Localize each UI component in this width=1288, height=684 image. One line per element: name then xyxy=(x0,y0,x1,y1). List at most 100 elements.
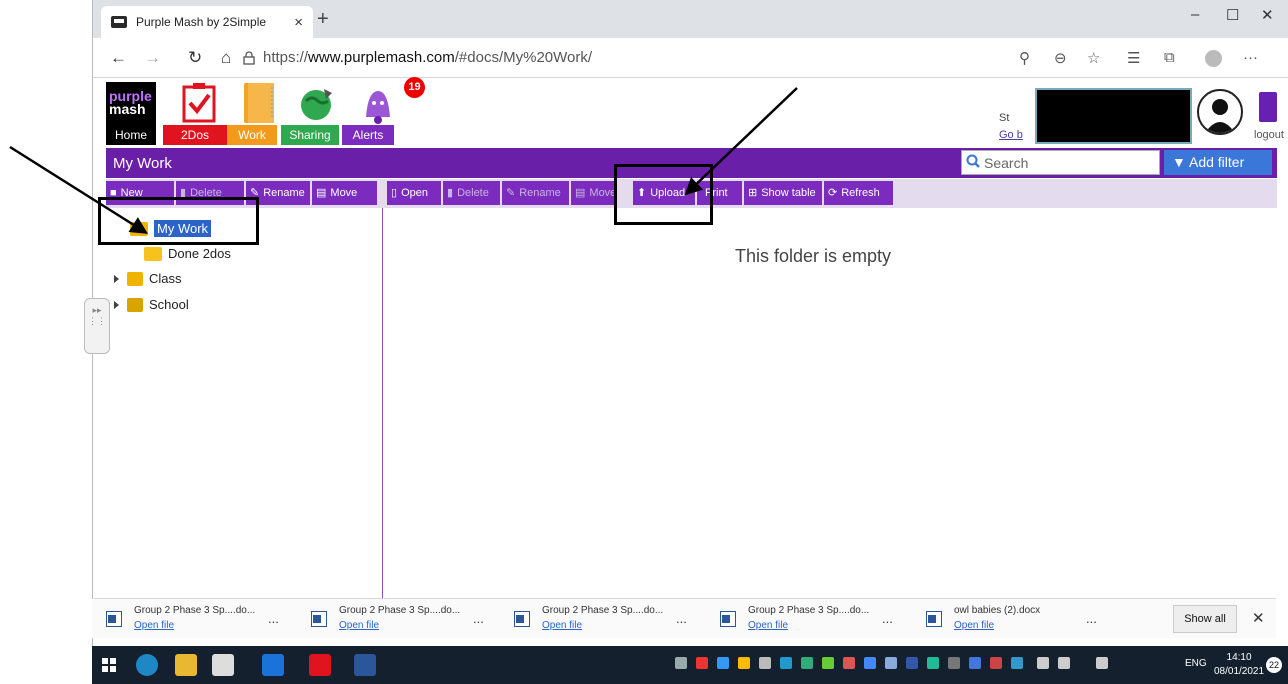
word-doc-icon xyxy=(926,611,942,627)
open-button[interactable]: ▯ Open xyxy=(387,181,441,205)
tray-icon[interactable] xyxy=(927,657,939,669)
forward-button[interactable]: → xyxy=(144,48,161,68)
new-tab-button[interactable]: + xyxy=(317,8,329,31)
tray-icon[interactable] xyxy=(990,657,1002,669)
favorite-star-icon[interactable]: ☆ xyxy=(1087,49,1100,67)
tray-icon[interactable] xyxy=(780,657,792,669)
user-name-text: St xyxy=(999,112,1010,124)
outlook-icon[interactable] xyxy=(262,654,284,676)
sidebar-toggle-handle[interactable]: ▸▸ ⋮⋮ xyxy=(84,298,110,354)
show-all-downloads-button[interactable]: Show all xyxy=(1173,605,1237,633)
volume-icon[interactable] xyxy=(1058,657,1070,669)
nav-work[interactable]: Work xyxy=(227,125,277,145)
tab-title: Purple Mash by 2Simple xyxy=(136,15,267,29)
close-downloads-icon[interactable]: ✕ xyxy=(1252,609,1265,627)
key-icon[interactable]: ⚲ xyxy=(1019,49,1030,67)
word-doc-icon xyxy=(106,611,122,627)
tray-icon[interactable] xyxy=(906,657,918,669)
more-button[interactable]: ··· xyxy=(1243,49,1258,66)
search-input[interactable]: Search xyxy=(961,150,1160,175)
tray-icon[interactable] xyxy=(885,657,897,669)
url-field[interactable]: https://www.purplemash.com/#docs/My%20Wo… xyxy=(263,49,592,66)
edge-browser-icon[interactable] xyxy=(136,654,158,676)
store-icon[interactable] xyxy=(212,654,234,676)
download-item[interactable]: owl babies (2).docx Open file ... xyxy=(926,605,1126,635)
lock-icon xyxy=(243,51,255,65)
purple-mash-header: purple mash Home 2Dos Work Sharing 19 Al… xyxy=(106,77,1288,147)
download-item[interactable]: Group 2 Phase 3 Sp....do... Open file ..… xyxy=(720,605,920,635)
todo-clipboard-icon[interactable] xyxy=(174,81,226,125)
tray-icon[interactable] xyxy=(675,657,687,669)
user-avatar-icon[interactable] xyxy=(1197,89,1243,135)
nav-home[interactable]: Home xyxy=(106,125,156,145)
work-folder-icon[interactable] xyxy=(232,81,284,125)
browser-tab[interactable]: Purple Mash by 2Simple × xyxy=(101,6,313,38)
tray-icon[interactable] xyxy=(969,657,981,669)
move-folder-button[interactable]: ▤ Move xyxy=(312,181,377,205)
nav-alerts[interactable]: Alerts xyxy=(342,125,394,145)
annotation-box-my-work xyxy=(98,197,259,245)
download-item[interactable]: Group 2 Phase 3 Sp....do... Open file ..… xyxy=(311,605,511,635)
move-file-button[interactable]: ▤ Move xyxy=(571,181,617,205)
school-building-icon xyxy=(127,297,143,312)
pen-icon[interactable] xyxy=(1096,657,1108,669)
tree-item-school[interactable]: School xyxy=(114,297,189,312)
file-explorer-icon[interactable] xyxy=(175,654,197,676)
language-indicator[interactable]: ENG xyxy=(1185,658,1207,669)
windows-start-icon[interactable] xyxy=(102,658,116,672)
profile-avatar-icon[interactable] xyxy=(1205,50,1222,67)
home-button[interactable]: ⌂ xyxy=(221,48,231,68)
file-area: This folder is empty xyxy=(384,208,1277,598)
refresh-icon: ⟳ xyxy=(828,187,838,199)
tray-icon[interactable] xyxy=(843,657,855,669)
sharing-globe-icon[interactable] xyxy=(290,81,342,125)
tray-icon[interactable] xyxy=(801,657,813,669)
wifi-icon[interactable] xyxy=(1037,657,1049,669)
nav-sharing[interactable]: Sharing xyxy=(281,125,339,145)
nav-2dos[interactable]: 2Dos xyxy=(163,125,227,145)
tray-icon[interactable] xyxy=(696,657,708,669)
tray-icon[interactable] xyxy=(759,657,771,669)
zoom-icon[interactable]: ⊖ xyxy=(1054,49,1067,67)
refresh-button[interactable]: ⟳ Refresh xyxy=(824,181,893,205)
user-link[interactable]: Go b xyxy=(999,129,1023,141)
expand-arrow-icon[interactable] xyxy=(114,300,119,309)
page-title: My Work xyxy=(113,155,172,172)
window-close-button[interactable]: ✕ xyxy=(1261,6,1274,24)
maximize-button[interactable]: ☐ xyxy=(1226,6,1239,24)
purple-mash-logo[interactable]: purple mash xyxy=(106,82,156,126)
show-table-button[interactable]: ⊞ Show table xyxy=(744,181,822,205)
move-icon: ▤ xyxy=(575,187,586,199)
word-icon[interactable] xyxy=(354,654,376,676)
tray-icon[interactable] xyxy=(822,657,834,669)
expand-arrow-icon[interactable] xyxy=(114,274,119,283)
tray-icon[interactable] xyxy=(738,657,750,669)
filter-funnel-icon: ▼ xyxy=(1172,154,1186,170)
alerts-bell-icon[interactable] xyxy=(352,81,404,125)
delete-file-button[interactable]: ▮ Delete xyxy=(443,181,500,205)
download-item[interactable]: Group 2 Phase 3 Sp....do... Open file ..… xyxy=(514,605,714,635)
notification-count-badge[interactable]: 22 xyxy=(1266,657,1282,673)
address-bar: ← → ↻ ⌂ https://www.purplemash.com/#docs… xyxy=(93,38,1288,78)
taskbar-clock[interactable]: 14:10 08/01/2021 xyxy=(1214,651,1264,679)
tab-close-icon[interactable]: × xyxy=(294,14,303,31)
tray-icon[interactable] xyxy=(1011,657,1023,669)
download-item[interactable]: Group 2 Phase 3 Sp....do... Open file ..… xyxy=(106,605,306,635)
alerts-count-badge: 19 xyxy=(404,77,425,98)
tree-item-done-2dos[interactable]: Done 2dos xyxy=(144,246,231,261)
back-button[interactable]: ← xyxy=(110,48,127,68)
add-filter-button[interactable]: ▼ Add filter xyxy=(1164,150,1272,175)
rename-file-button[interactable]: ✎ Rename xyxy=(502,181,569,205)
table-icon: ⊞ xyxy=(748,187,758,199)
tree-item-class[interactable]: Class xyxy=(114,271,182,286)
refresh-button[interactable]: ↻ xyxy=(188,48,202,68)
logout-door-icon[interactable] xyxy=(1259,92,1277,122)
favorites-list-icon[interactable]: ☰ xyxy=(1127,49,1140,67)
acrobat-icon[interactable] xyxy=(309,654,331,676)
collections-icon[interactable]: ⧉ xyxy=(1164,49,1175,66)
minimize-button[interactable]: – xyxy=(1191,6,1199,23)
tray-icon[interactable] xyxy=(864,657,876,669)
tray-icon[interactable] xyxy=(948,657,960,669)
logout-link[interactable]: logout xyxy=(1254,129,1284,141)
tray-icon[interactable] xyxy=(717,657,729,669)
